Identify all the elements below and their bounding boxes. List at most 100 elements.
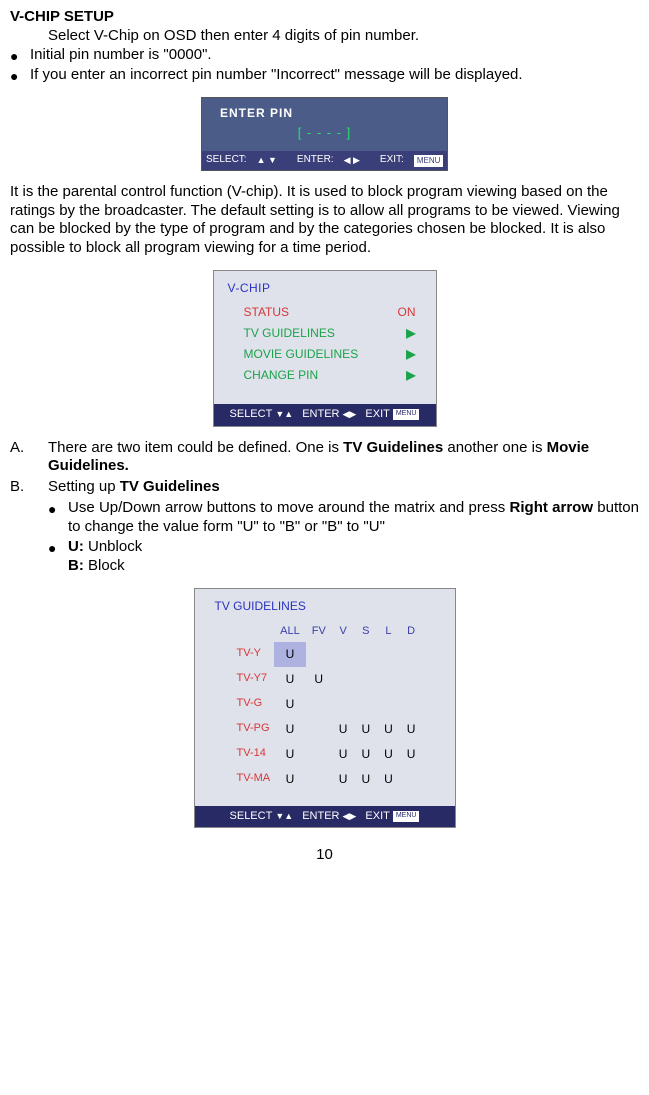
select-label: SELECT — [230, 408, 273, 422]
instruction-list: A. There are two item could be defined. … — [10, 439, 639, 576]
text-run: Block — [84, 557, 125, 574]
cell: U — [377, 767, 400, 792]
cell: U — [354, 767, 377, 792]
menu-row-label: MOVIE GUIDELINES — [244, 347, 359, 362]
left-right-icon: ◀ ▶ — [344, 155, 360, 166]
cell — [354, 667, 377, 692]
cell — [306, 692, 332, 717]
bullet-item: ● U: Unblock B: Block — [48, 538, 639, 576]
enter-label: ENTER: — [297, 154, 334, 167]
body-paragraph: It is the parental control function (V-c… — [10, 183, 639, 258]
cell: U — [400, 717, 423, 742]
exit-label: EXIT — [365, 408, 389, 422]
vchip-menu-title: V-CHIP — [214, 271, 436, 300]
list-marker: A. — [10, 439, 24, 458]
col-header: S — [354, 622, 377, 642]
down-up-icon: ▼▲ — [275, 811, 293, 822]
bullet-text: If you enter an incorrect pin number "In… — [30, 66, 523, 83]
cell — [400, 692, 423, 717]
text-bold: B: — [68, 557, 84, 574]
row-label: TV-PG — [227, 717, 275, 742]
text-bold: Right arrow — [510, 499, 593, 516]
cell: U — [332, 717, 355, 742]
menu-row-label: STATUS — [244, 305, 290, 320]
cell: U — [354, 717, 377, 742]
menu-row: CHANGE PIN ▶ — [244, 365, 416, 386]
col-header: V — [332, 622, 355, 642]
col-header: D — [400, 622, 423, 642]
cell: U — [274, 717, 306, 742]
enter-label: ENTER — [302, 810, 339, 824]
intro-line: Select V-Chip on OSD then enter 4 digits… — [48, 27, 639, 46]
vchip-menu-rows: STATUS ON TV GUIDELINES ▶ MOVIE GUIDELINES… — [214, 300, 436, 404]
cell — [306, 742, 332, 767]
cell: U — [400, 742, 423, 767]
page-number: 10 — [10, 846, 639, 865]
list-marker: B. — [10, 478, 24, 497]
menu-row: TV GUIDELINES ▶ — [244, 323, 416, 344]
cell: U — [274, 767, 306, 792]
menu-row-label: TV GUIDELINES — [244, 326, 335, 341]
table-row: TV-Y7 U U — [227, 667, 423, 692]
bullet-dot-icon: ● — [10, 68, 18, 86]
enter-pin-mask: [ - - - - ] — [202, 121, 447, 151]
intro-bullets: ● Initial pin number is "0000". ● If you e… — [10, 46, 639, 86]
sub-bullets: ● Use Up/Down arrow buttons to move arou… — [48, 499, 639, 576]
cell — [400, 767, 423, 792]
text-bold: TV Guidelines — [120, 478, 220, 495]
right-arrow-icon: ▶ — [406, 326, 415, 341]
cell: U — [306, 667, 332, 692]
table-row: TV-G U — [227, 692, 423, 717]
cell — [354, 692, 377, 717]
right-arrow-icon: ▶ — [406, 347, 415, 362]
menu-row-label: CHANGE PIN — [244, 368, 319, 383]
cell — [332, 642, 355, 667]
cell: U — [274, 667, 306, 692]
exit-label: EXIT: — [380, 154, 404, 167]
down-up-icon: ▼▲ — [275, 409, 293, 420]
bullet-item: ● Use Up/Down arrow buttons to move arou… — [48, 499, 639, 537]
tv-guidelines-table: ALL FV V S L D TV-Y U TV-Y7 U U TV-G — [227, 622, 423, 792]
cell — [306, 717, 332, 742]
section-heading: V-CHIP SETUP — [10, 8, 639, 27]
cell — [377, 692, 400, 717]
up-down-icon: ▲ ▼ — [257, 155, 277, 166]
left-right-icon: ◀▶ — [342, 811, 356, 822]
cell — [306, 642, 332, 667]
row-label: TV-14 — [227, 742, 275, 767]
col-header: FV — [306, 622, 332, 642]
cell — [306, 767, 332, 792]
cell — [332, 692, 355, 717]
text-run: Unblock — [84, 538, 142, 555]
table-row: TV-PG U U U U U — [227, 717, 423, 742]
exit-label: EXIT — [365, 810, 389, 824]
cell: U — [274, 642, 306, 667]
figure-tv-guidelines: TV GUIDELINES ALL FV V S L D TV-Y U TV-Y… — [194, 588, 456, 829]
cell: U — [274, 692, 306, 717]
figure-enter-pin: ENTER PIN [ - - - - ] SELECT:▲ ▼ ENTER:◀… — [201, 97, 448, 171]
right-arrow-icon: ▶ — [406, 368, 415, 383]
table-row: TV-14 U U U U U — [227, 742, 423, 767]
select-label: SELECT: — [206, 154, 247, 167]
menu-row-value: ON — [398, 305, 416, 320]
menu-box: MENU — [393, 811, 420, 822]
bullet-item: ● If you enter an incorrect pin number "I… — [10, 66, 639, 85]
row-label: TV-Y — [227, 642, 275, 667]
tv-guidelines-footer: SELECT▼▲ ENTER◀▶ EXIT MENU — [195, 806, 455, 828]
enter-pin-footer: SELECT:▲ ▼ ENTER:◀ ▶ EXIT:MENU — [202, 151, 447, 170]
table-row: TV-Y U — [227, 642, 423, 667]
cell: U — [377, 742, 400, 767]
text-run: There are two item could be defined. One… — [48, 439, 343, 456]
cell — [400, 642, 423, 667]
row-label: TV-Y7 — [227, 667, 275, 692]
text-bold: U: — [68, 538, 84, 555]
select-label: SELECT — [230, 810, 273, 824]
bullet-text: Initial pin number is "0000". — [30, 46, 212, 63]
cell: U — [332, 742, 355, 767]
text-bold: TV Guidelines — [343, 439, 443, 456]
cell: U — [274, 742, 306, 767]
col-header: ALL — [274, 622, 306, 642]
tv-guidelines-title: TV GUIDELINES — [195, 589, 455, 622]
enter-label: ENTER — [302, 408, 339, 422]
menu-row: STATUS ON — [244, 302, 416, 323]
